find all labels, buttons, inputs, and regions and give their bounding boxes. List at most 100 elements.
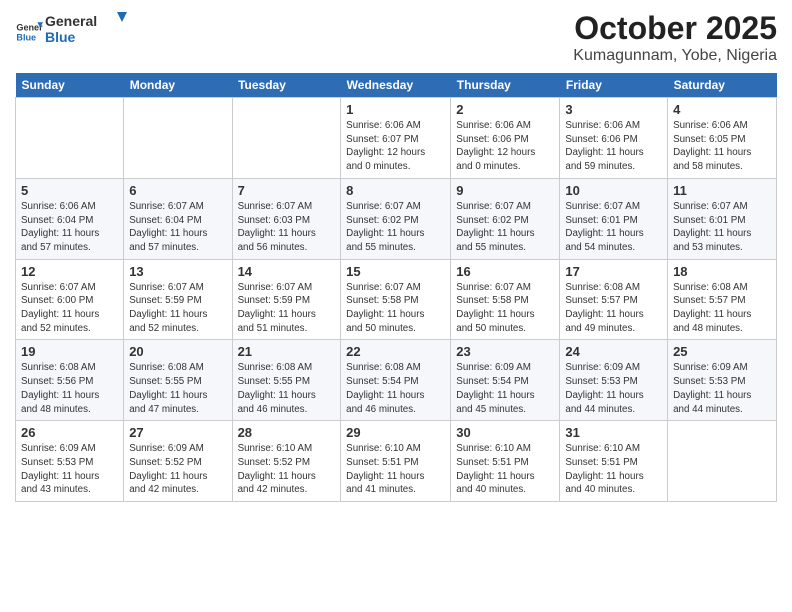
day-info: Sunrise: 6:06 AM Sunset: 6:07 PM Dayligh… (346, 119, 445, 174)
day-info: Sunrise: 6:07 AM Sunset: 6:03 PM Dayligh… (238, 200, 336, 255)
calendar-cell: 27 Sunrise: 6:09 AM Sunset: 5:52 PM Dayli… (124, 421, 232, 502)
day-number: 27 (129, 425, 226, 440)
calendar-cell: 29Sunrise: 6:10 AM Sunset: 5:51 PM Dayli… (341, 421, 451, 502)
calendar-cell: 7Sunrise: 6:07 AM Sunset: 6:03 PM Daylig… (232, 178, 341, 259)
day-number: 15 (346, 264, 445, 279)
day-info: Sunrise: 6:07 AM Sunset: 5:58 PM Dayligh… (456, 281, 554, 336)
calendar-table: SundayMondayTuesdayWednesdayThursdayFrid… (15, 73, 777, 502)
week-row-2: 5 Sunrise: 6:06 AM Sunset: 6:04 PM Daylig… (16, 178, 777, 259)
day-info: Sunrise: 6:10 AM Sunset: 5:51 PM Dayligh… (565, 442, 662, 497)
day-number: 3 (565, 102, 662, 117)
day-info: Sunrise: 6:07 AM Sunset: 6:01 PM Dayligh… (673, 200, 771, 255)
calendar-cell (232, 98, 341, 179)
day-info: Sunrise: 6:06 AM Sunset: 6:06 PM Dayligh… (565, 119, 662, 174)
weekday-header-sunday: Sunday (16, 73, 124, 98)
day-number: 26 (21, 425, 118, 440)
calendar-cell: 14 Sunrise: 6:07 AM Sunset: 5:59 PM Dayli… (232, 259, 341, 340)
week-row-5: 26 Sunrise: 6:09 AM Sunset: 5:53 PM Dayli… (16, 421, 777, 502)
calendar-cell: 24Sunrise: 6:09 AM Sunset: 5:53 PM Dayli… (560, 340, 668, 421)
day-number: 5 (21, 183, 118, 198)
weekday-header-monday: Monday (124, 73, 232, 98)
calendar-cell (16, 98, 124, 179)
day-info: Sunrise: 6:08 AM Sunset: 5:57 PM Dayligh… (565, 281, 662, 336)
day-number: 18 (673, 264, 771, 279)
day-info: Sunrise: 6:09 AM Sunset: 5:52 PM Dayligh… (129, 442, 226, 497)
day-info: Sunrise: 6:08 AM Sunset: 5:56 PM Dayligh… (21, 361, 118, 416)
day-info: Sunrise: 6:08 AM Sunset: 5:54 PM Dayligh… (346, 361, 445, 416)
day-number: 14 (238, 264, 336, 279)
day-number: 30 (456, 425, 554, 440)
day-info: Sunrise: 6:08 AM Sunset: 5:55 PM Dayligh… (238, 361, 336, 416)
calendar-cell: 19 Sunrise: 6:08 AM Sunset: 5:56 PM Dayli… (16, 340, 124, 421)
calendar-cell: 31 Sunrise: 6:10 AM Sunset: 5:51 PM Dayli… (560, 421, 668, 502)
day-info: Sunrise: 6:10 AM Sunset: 5:51 PM Dayligh… (456, 442, 554, 497)
day-info: Sunrise: 6:06 AM Sunset: 6:06 PM Dayligh… (456, 119, 554, 174)
calendar-cell: 17 Sunrise: 6:08 AM Sunset: 5:57 PM Dayli… (560, 259, 668, 340)
weekday-header-saturday: Saturday (668, 73, 777, 98)
day-info: Sunrise: 6:07 AM Sunset: 6:00 PM Dayligh… (21, 281, 118, 336)
weekday-header-friday: Friday (560, 73, 668, 98)
day-info: Sunrise: 6:08 AM Sunset: 5:55 PM Dayligh… (129, 361, 226, 416)
calendar-cell: 18Sunrise: 6:08 AM Sunset: 5:57 PM Dayli… (668, 259, 777, 340)
day-info: Sunrise: 6:10 AM Sunset: 5:51 PM Dayligh… (346, 442, 445, 497)
day-number: 13 (129, 264, 226, 279)
day-info: Sunrise: 6:07 AM Sunset: 5:59 PM Dayligh… (129, 281, 226, 336)
calendar-cell: 5 Sunrise: 6:06 AM Sunset: 6:04 PM Daylig… (16, 178, 124, 259)
calendar-cell: 8Sunrise: 6:07 AM Sunset: 6:02 PM Daylig… (341, 178, 451, 259)
day-number: 22 (346, 344, 445, 359)
calendar-cell: 20 Sunrise: 6:08 AM Sunset: 5:55 PM Dayli… (124, 340, 232, 421)
calendar-cell: 21Sunrise: 6:08 AM Sunset: 5:55 PM Dayli… (232, 340, 341, 421)
day-number: 20 (129, 344, 226, 359)
day-info: Sunrise: 6:07 AM Sunset: 6:04 PM Dayligh… (129, 200, 226, 255)
calendar-subtitle: Kumagunnam, Yobe, Nigeria (573, 47, 777, 65)
day-info: Sunrise: 6:07 AM Sunset: 5:59 PM Dayligh… (238, 281, 336, 336)
calendar-cell: 22 Sunrise: 6:08 AM Sunset: 5:54 PM Dayli… (341, 340, 451, 421)
logo-wordmark: General Blue (45, 10, 130, 53)
day-number: 11 (673, 183, 771, 198)
day-number: 4 (673, 102, 771, 117)
day-number: 31 (565, 425, 662, 440)
day-number: 9 (456, 183, 554, 198)
day-info: Sunrise: 6:10 AM Sunset: 5:52 PM Dayligh… (238, 442, 336, 497)
day-info: Sunrise: 6:06 AM Sunset: 6:05 PM Dayligh… (673, 119, 771, 174)
day-number: 17 (565, 264, 662, 279)
day-info: Sunrise: 6:07 AM Sunset: 6:02 PM Dayligh… (346, 200, 445, 255)
svg-text:General: General (45, 13, 97, 29)
day-number: 1 (346, 102, 445, 117)
title-block: October 2025 Kumagunnam, Yobe, Nigeria (573, 10, 777, 65)
calendar-cell: 6 Sunrise: 6:07 AM Sunset: 6:04 PM Daylig… (124, 178, 232, 259)
calendar-title: October 2025 (573, 10, 777, 47)
svg-text:Blue: Blue (16, 32, 36, 42)
calendar-cell: 25Sunrise: 6:09 AM Sunset: 5:53 PM Dayli… (668, 340, 777, 421)
day-number: 2 (456, 102, 554, 117)
day-number: 10 (565, 183, 662, 198)
calendar-cell: 28 Sunrise: 6:10 AM Sunset: 5:52 PM Dayli… (232, 421, 341, 502)
day-number: 12 (21, 264, 118, 279)
calendar-cell: 16 Sunrise: 6:07 AM Sunset: 5:58 PM Dayli… (451, 259, 560, 340)
week-row-4: 19 Sunrise: 6:08 AM Sunset: 5:56 PM Dayli… (16, 340, 777, 421)
calendar-cell (668, 421, 777, 502)
calendar-cell: 2 Sunrise: 6:06 AM Sunset: 6:06 PM Daylig… (451, 98, 560, 179)
day-number: 6 (129, 183, 226, 198)
calendar-cell (124, 98, 232, 179)
calendar-cell: 3 Sunrise: 6:06 AM Sunset: 6:06 PM Daylig… (560, 98, 668, 179)
day-info: Sunrise: 6:09 AM Sunset: 5:53 PM Dayligh… (673, 361, 771, 416)
day-number: 28 (238, 425, 336, 440)
day-number: 23 (456, 344, 554, 359)
calendar-cell: 30 Sunrise: 6:10 AM Sunset: 5:51 PM Dayli… (451, 421, 560, 502)
calendar-cell: 13 Sunrise: 6:07 AM Sunset: 5:59 PM Dayli… (124, 259, 232, 340)
day-info: Sunrise: 6:06 AM Sunset: 6:04 PM Dayligh… (21, 200, 118, 255)
day-info: Sunrise: 6:07 AM Sunset: 6:01 PM Dayligh… (565, 200, 662, 255)
page-container: General Blue General Blue October 2025 K… (0, 0, 792, 512)
logo-icon: General Blue (15, 18, 43, 46)
day-number: 16 (456, 264, 554, 279)
week-row-1: 1 Sunrise: 6:06 AM Sunset: 6:07 PM Daylig… (16, 98, 777, 179)
weekday-header-thursday: Thursday (451, 73, 560, 98)
calendar-cell: 9Sunrise: 6:07 AM Sunset: 6:02 PM Daylig… (451, 178, 560, 259)
day-number: 19 (21, 344, 118, 359)
day-info: Sunrise: 6:09 AM Sunset: 5:53 PM Dayligh… (565, 361, 662, 416)
day-info: Sunrise: 6:09 AM Sunset: 5:53 PM Dayligh… (21, 442, 118, 497)
calendar-cell: 10 Sunrise: 6:07 AM Sunset: 6:01 PM Dayli… (560, 178, 668, 259)
weekday-header-row: SundayMondayTuesdayWednesdayThursdayFrid… (16, 73, 777, 98)
calendar-cell: 26 Sunrise: 6:09 AM Sunset: 5:53 PM Dayli… (16, 421, 124, 502)
